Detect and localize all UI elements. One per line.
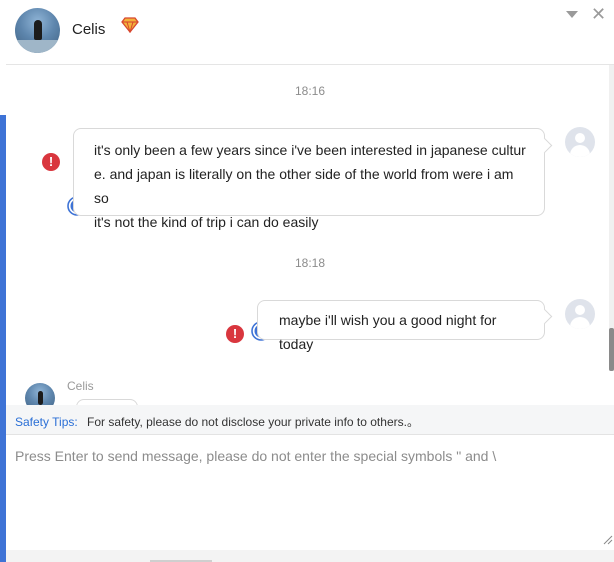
message-bubble[interactable]: maybe i'll wish you a good night for tod… — [257, 300, 545, 352]
timestamp: 18:18 — [295, 256, 326, 270]
contact-avatar[interactable] — [15, 8, 60, 53]
close-icon[interactable]: ✕ — [591, 5, 606, 23]
safety-tips-text: For safety, please do not disclose your … — [87, 415, 419, 429]
scrollbar-track[interactable] — [609, 65, 614, 371]
resize-grip-icon[interactable] — [603, 535, 613, 545]
message-input-area — [6, 436, 614, 550]
send-failed-icon[interactable]: ! — [42, 153, 60, 171]
chevron-down-icon[interactable] — [565, 9, 579, 19]
safety-tips-label: Safety Tips: — [15, 415, 78, 429]
scrollbar-thumb[interactable] — [609, 328, 614, 371]
self-avatar[interactable] — [565, 299, 595, 329]
message-text-line: e. and japan is literally on the other s… — [94, 166, 514, 206]
self-avatar[interactable] — [565, 127, 595, 157]
message-text-line: it's only been a few years since i've be… — [94, 142, 526, 158]
vip-diamond-icon — [121, 17, 139, 33]
message-input[interactable] — [6, 436, 606, 546]
timestamp: 18:16 — [295, 84, 326, 98]
message-text-line: it's not the kind of trip i can do easil… — [94, 214, 319, 230]
bottom-strip — [6, 550, 614, 562]
message-bubble[interactable]: it's only been a few years since i've be… — [73, 128, 545, 230]
contact-name[interactable]: Celis — [72, 21, 105, 38]
message-list[interactable]: 18:16 ! it's only been a few years since… — [6, 65, 609, 405]
sender-name: Celis — [67, 379, 94, 393]
send-failed-icon[interactable]: ! — [226, 325, 244, 343]
safety-tips-bar: Safety Tips: For safety, please do not d… — [6, 405, 614, 435]
chat-header: Celis ✕ — [0, 0, 614, 65]
contact-avatar-small[interactable] — [25, 383, 55, 405]
message-text-line: maybe i'll wish you a good night for tod… — [279, 312, 497, 352]
